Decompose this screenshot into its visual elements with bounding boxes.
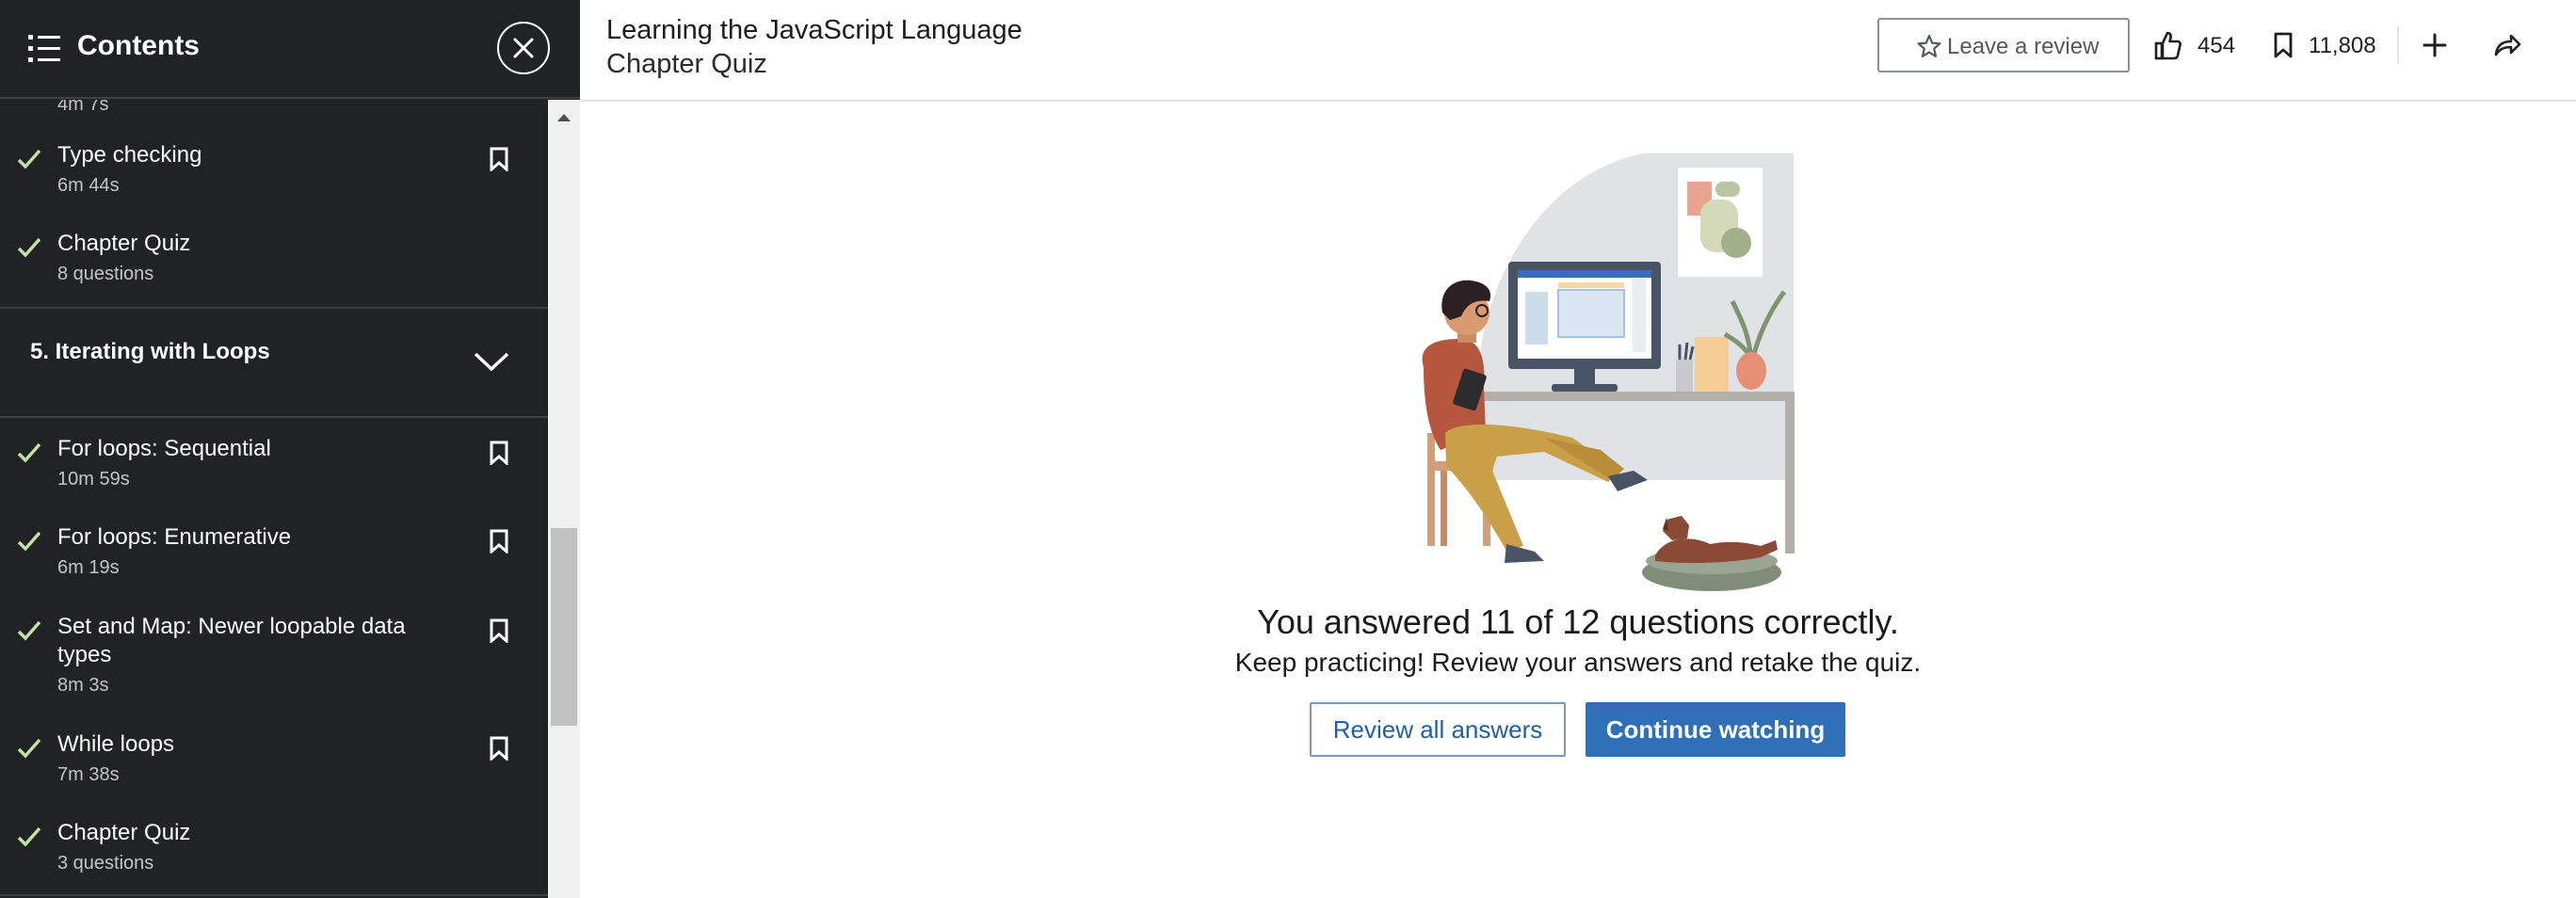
toolbar-divider <box>2397 26 2399 64</box>
contents-sidebar: Contents 4m 7s Type checking 6m 44s Chap… <box>0 0 580 898</box>
leave-review-button[interactable]: Leave a review <box>1877 18 2130 72</box>
continue-watching-button[interactable]: Continue watching <box>1586 702 1845 757</box>
section-header[interactable]: 5. Iterating with Loops <box>0 309 548 414</box>
bookmark-icon[interactable] <box>490 147 508 171</box>
list-item[interactable]: Type checking 6m 44s <box>0 141 548 216</box>
item-duration: 4m 7s <box>57 100 109 115</box>
course-title: Learning the JavaScript Language <box>606 15 1022 45</box>
check-icon <box>17 531 41 552</box>
bookmark-icon[interactable] <box>2273 32 2294 58</box>
check-icon <box>17 442 41 463</box>
bookmark-icon[interactable] <box>490 618 508 643</box>
close-sidebar-button[interactable] <box>497 22 550 74</box>
saves-count: 11,808 <box>2309 33 2376 58</box>
item-duration: 8m 3s <box>57 675 109 696</box>
likes-count: 454 <box>2198 33 2236 58</box>
item-title: For loops: Enumerative <box>57 524 292 550</box>
leave-review-label: Leave a review <box>1947 34 2100 59</box>
item-title: Chapter Quiz <box>57 231 191 256</box>
item-title: Type checking <box>57 142 202 168</box>
list-item[interactable]: Set and Map: Newer loopable data types 8… <box>0 613 548 716</box>
bookmark-icon[interactable] <box>490 441 508 465</box>
page-subtitle: Chapter Quiz <box>606 49 767 79</box>
sidebar-header: Contents <box>0 0 580 99</box>
star-icon <box>1917 34 1941 57</box>
item-duration: 10m 59s <box>57 469 130 489</box>
item-duration: 6m 19s <box>57 557 120 578</box>
list-item[interactable]: Chapter Quiz 8 questions <box>0 230 548 305</box>
review-all-answers-button[interactable]: Review all answers <box>1310 702 1566 757</box>
check-icon <box>17 826 41 847</box>
add-icon[interactable] <box>2422 32 2448 58</box>
section-divider <box>0 894 548 896</box>
section-divider <box>0 416 548 418</box>
section-title: 5. Iterating with Loops <box>30 339 270 364</box>
quiz-advice-text: Keep practicing! Review your answers and… <box>1234 648 1922 677</box>
course-contents-list: 4m 7s Type checking 6m 44s Chapter Quiz … <box>0 100 548 898</box>
check-icon <box>17 738 41 759</box>
check-icon <box>17 149 41 169</box>
item-title: Set and Map: Newer loopable data types <box>57 614 406 667</box>
item-duration: 7m 38s <box>57 764 120 785</box>
item-question-count: 8 questions <box>57 264 154 284</box>
item-duration: 6m 44s <box>57 175 120 196</box>
item-question-count: 3 questions <box>57 853 154 874</box>
bookmark-icon[interactable] <box>490 736 508 761</box>
sidebar-scrollbar[interactable] <box>548 100 580 898</box>
share-icon[interactable] <box>2493 33 2521 57</box>
quiz-complete-illustration <box>1422 153 1795 591</box>
item-title: While loops <box>57 731 175 757</box>
course-header: Learning the JavaScript Language Chapter… <box>580 0 2576 102</box>
list-item[interactable]: For loops: Sequential 10m 59s <box>0 435 548 510</box>
item-title: Chapter Quiz <box>57 820 191 845</box>
check-icon <box>17 237 41 258</box>
sidebar-title: Contents <box>77 30 200 61</box>
bookmark-icon[interactable] <box>490 529 508 553</box>
list-item[interactable]: Chapter Quiz 3 questions <box>0 819 548 894</box>
thumbs-up-icon[interactable] <box>2154 30 2182 60</box>
chevron-down-icon <box>474 352 509 372</box>
check-icon <box>17 620 41 641</box>
list-icon <box>28 35 60 62</box>
quiz-result-text: You answered 11 of 12 questions correctl… <box>1257 602 1899 641</box>
scroll-up-arrow-icon[interactable] <box>555 111 572 122</box>
list-item[interactable]: For loops: Enumerative 6m 19s <box>0 523 548 599</box>
close-icon <box>513 38 534 58</box>
list-item[interactable]: While loops 7m 38s <box>0 730 548 806</box>
scrollbar-thumb[interactable] <box>551 528 577 726</box>
item-title: For loops: Sequential <box>57 436 271 461</box>
